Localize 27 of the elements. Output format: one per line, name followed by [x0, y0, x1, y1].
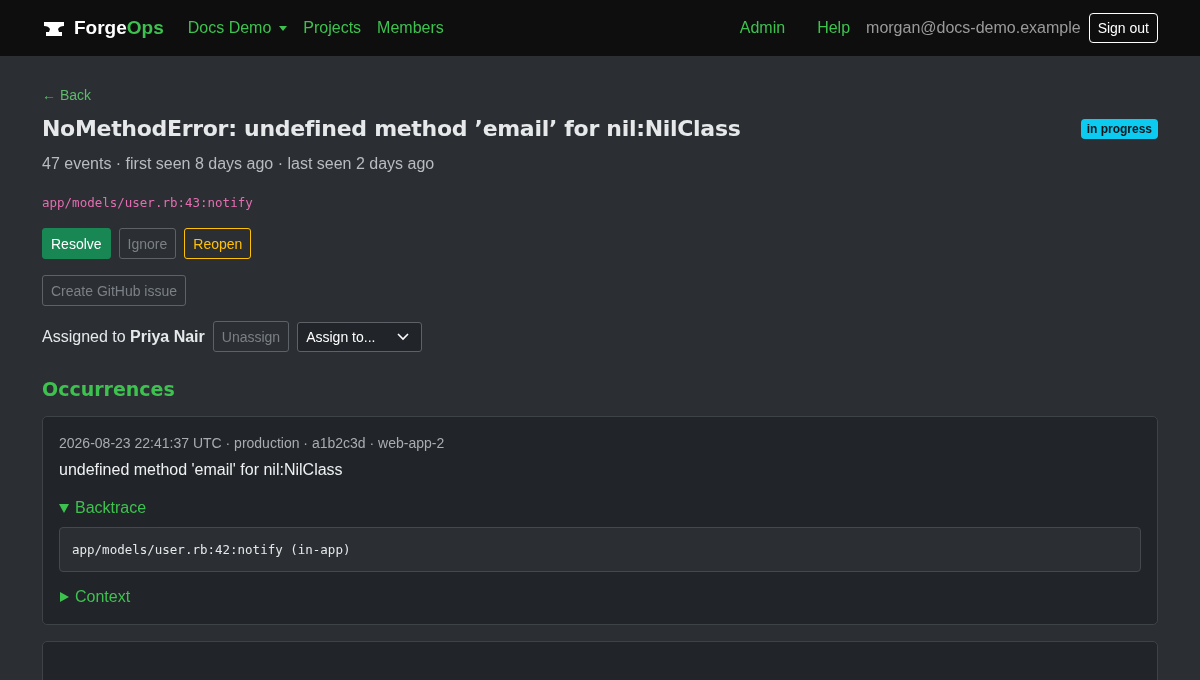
- action-button[interactable]: Resolve: [42, 228, 111, 259]
- assign-select[interactable]: Assign to...: [297, 321, 423, 352]
- status-badge: in progress: [1080, 119, 1158, 139]
- user-email: morgan@docs-demo.example: [866, 19, 1081, 37]
- anvil-icon: [44, 20, 64, 36]
- error-message: undefined method 'email' for nil:NilClass: [59, 461, 344, 479]
- caret-icon: [279, 25, 288, 31]
- brand-logo[interactable]: ForgeOps: [74, 17, 164, 39]
- assignee-text: Assigned to Priya Nair: [42, 327, 205, 346]
- nav-dropdown[interactable]: Docs Demo: [187, 19, 288, 37]
- action-button[interactable]: Reopen: [184, 228, 252, 259]
- nav-link[interactable]: Help: [817, 19, 851, 37]
- nav-link[interactable]: Admin: [739, 19, 786, 37]
- code-location: app/models/user.rb:43:notify: [42, 195, 254, 210]
- disclosure-toggle[interactable]: Context: [59, 588, 1141, 606]
- triangle-down-icon: [59, 503, 69, 513]
- nav-link[interactable]: Members: [377, 19, 444, 37]
- triangle-right-icon: [59, 592, 69, 602]
- occurrence-meta: 2026-08-23 22:41:37 UTC · production · a1b2c3d · web-app-2: [59, 435, 446, 451]
- issue-title: NoMethodError: undefined method ’email’ for nil:NilClass: [42, 116, 741, 141]
- nav-link[interactable]: Projects: [303, 19, 362, 37]
- sign-out-button[interactable]: Sign out: [1088, 13, 1158, 43]
- issue-summary: 47 events · first seen 8 days ago · last seen 2 days ago: [42, 155, 436, 173]
- back-link[interactable]: ← Back: [42, 87, 91, 103]
- section-heading: Occurrences: [42, 378, 176, 400]
- disclosure-toggle[interactable]: Backtrace: [59, 499, 1141, 517]
- chevron-down-icon: [397, 332, 410, 341]
